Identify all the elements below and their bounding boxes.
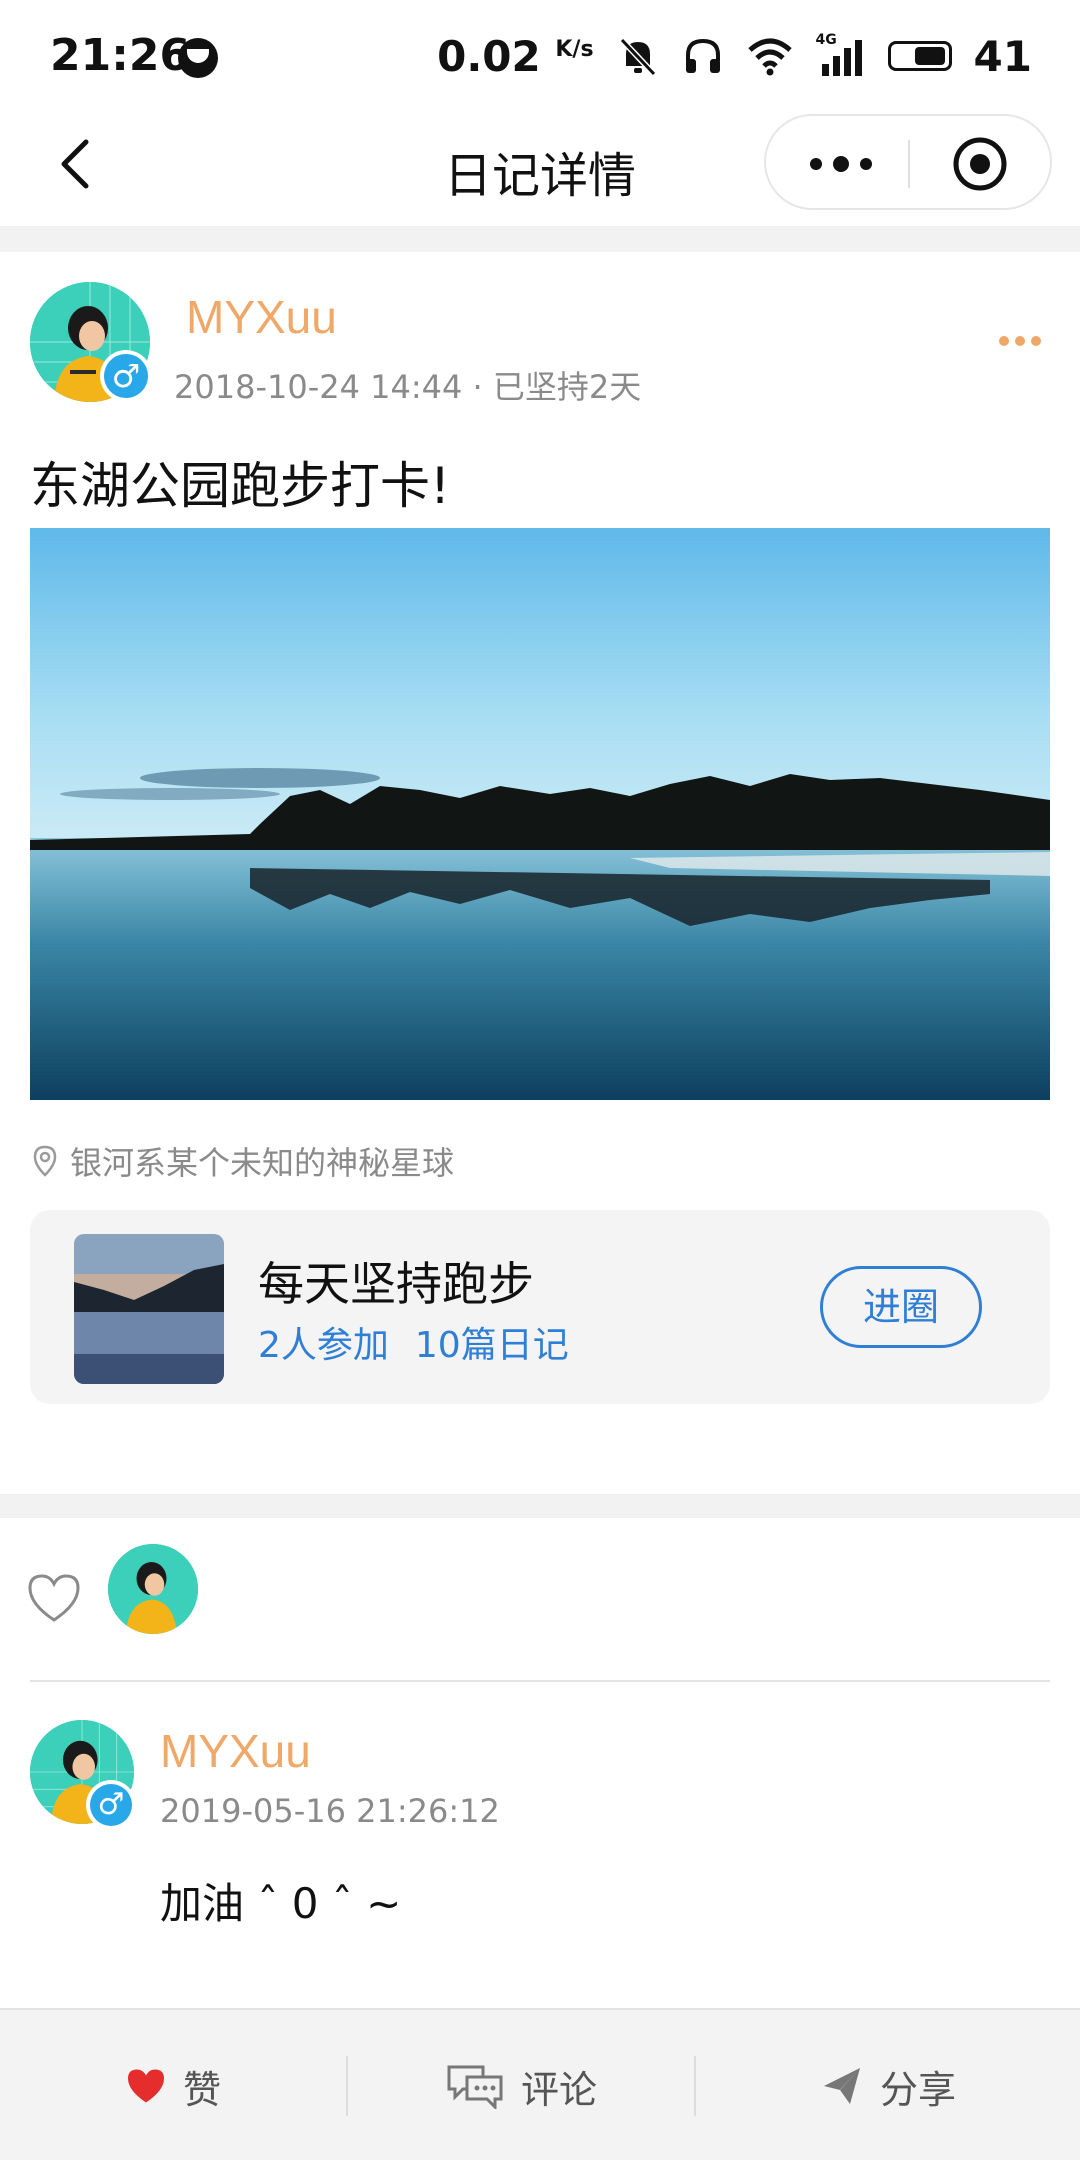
comment-bubble-icon xyxy=(447,2065,503,2109)
capsule-divider xyxy=(908,140,910,188)
app-notification-icon xyxy=(178,38,218,78)
liker-avatar[interactable] xyxy=(108,1544,198,1634)
circle-name: 每天坚持跑步 xyxy=(258,1257,534,1311)
bottom-action-bar: 赞 评论 分享 xyxy=(0,2008,1080,2160)
circle-members: 2人参加 xyxy=(258,1325,389,1366)
comment-button[interactable]: 评论 xyxy=(348,2010,694,2160)
comment-time: 2019-05-16 21:26:12 xyxy=(160,1792,500,1830)
gender-badge: ♂ xyxy=(86,1780,136,1830)
status-bar: 21:26 0.02 K/s 4G 41 xyxy=(0,0,1080,112)
heart-filled-icon xyxy=(127,2069,164,2103)
location-pin-icon xyxy=(33,1145,57,1177)
post-text: 东湖公园跑步打卡! xyxy=(30,457,451,515)
author-name[interactable]: MYXuu xyxy=(186,290,337,344)
post-image[interactable] xyxy=(30,528,1050,1100)
headphones-icon xyxy=(685,38,720,73)
location-text: 银河系某个未知的神秘星球 xyxy=(70,1144,455,1182)
like-button[interactable]: 赞 xyxy=(0,2010,346,2160)
section-gap xyxy=(0,1494,1080,1518)
share-button[interactable]: 分享 xyxy=(696,2010,1080,2160)
nav-bar: 日记详情 xyxy=(0,112,1080,226)
circle-diaries: 10篇日记 xyxy=(414,1325,569,1366)
share-label: 分享 xyxy=(879,2067,956,2112)
circle-card[interactable]: 每天坚持跑步 2人参加 10篇日记 进圈 xyxy=(30,1210,1050,1404)
circle-thumbnail xyxy=(74,1234,224,1384)
battery-icon xyxy=(887,41,952,71)
network-speed: 0.02 K/s xyxy=(437,31,594,81)
join-circle-button[interactable]: 进圈 xyxy=(820,1266,982,1348)
post-location: 银河系某个未知的神秘星球 xyxy=(30,1140,454,1182)
like-label: 赞 xyxy=(182,2067,221,2112)
heart-outline-icon[interactable] xyxy=(26,1572,82,1624)
wifi-icon xyxy=(747,38,792,76)
battery-level: 41 xyxy=(973,31,1032,81)
commenter-name[interactable]: MYXuu xyxy=(160,1724,311,1778)
divider xyxy=(30,1680,1050,1682)
miniapp-capsule xyxy=(764,114,1052,210)
cellular-signal-icon: 4G xyxy=(816,32,866,78)
more-dots-icon[interactable] xyxy=(806,144,876,184)
circle-stats: 2人参加 10篇日记 xyxy=(258,1316,569,1368)
comment-label: 评论 xyxy=(520,2067,597,2112)
gender-badge: ♂ xyxy=(100,350,152,402)
post-meta: 2018-10-24 14:44 · 已坚持2天 xyxy=(174,368,642,406)
mute-bell-icon xyxy=(619,37,656,77)
comment-text: 加油 ˆ 0 ˆ ~ xyxy=(160,1879,402,1928)
paper-plane-icon xyxy=(823,2068,860,2104)
post-more-icon[interactable] xyxy=(996,326,1044,356)
close-miniapp-icon[interactable] xyxy=(952,136,1008,192)
status-time: 21:26 xyxy=(50,30,191,81)
section-gap xyxy=(0,226,1080,252)
likes-row xyxy=(0,1520,1080,1680)
status-indicators: 0.02 K/s 4G 41 xyxy=(437,26,1032,86)
